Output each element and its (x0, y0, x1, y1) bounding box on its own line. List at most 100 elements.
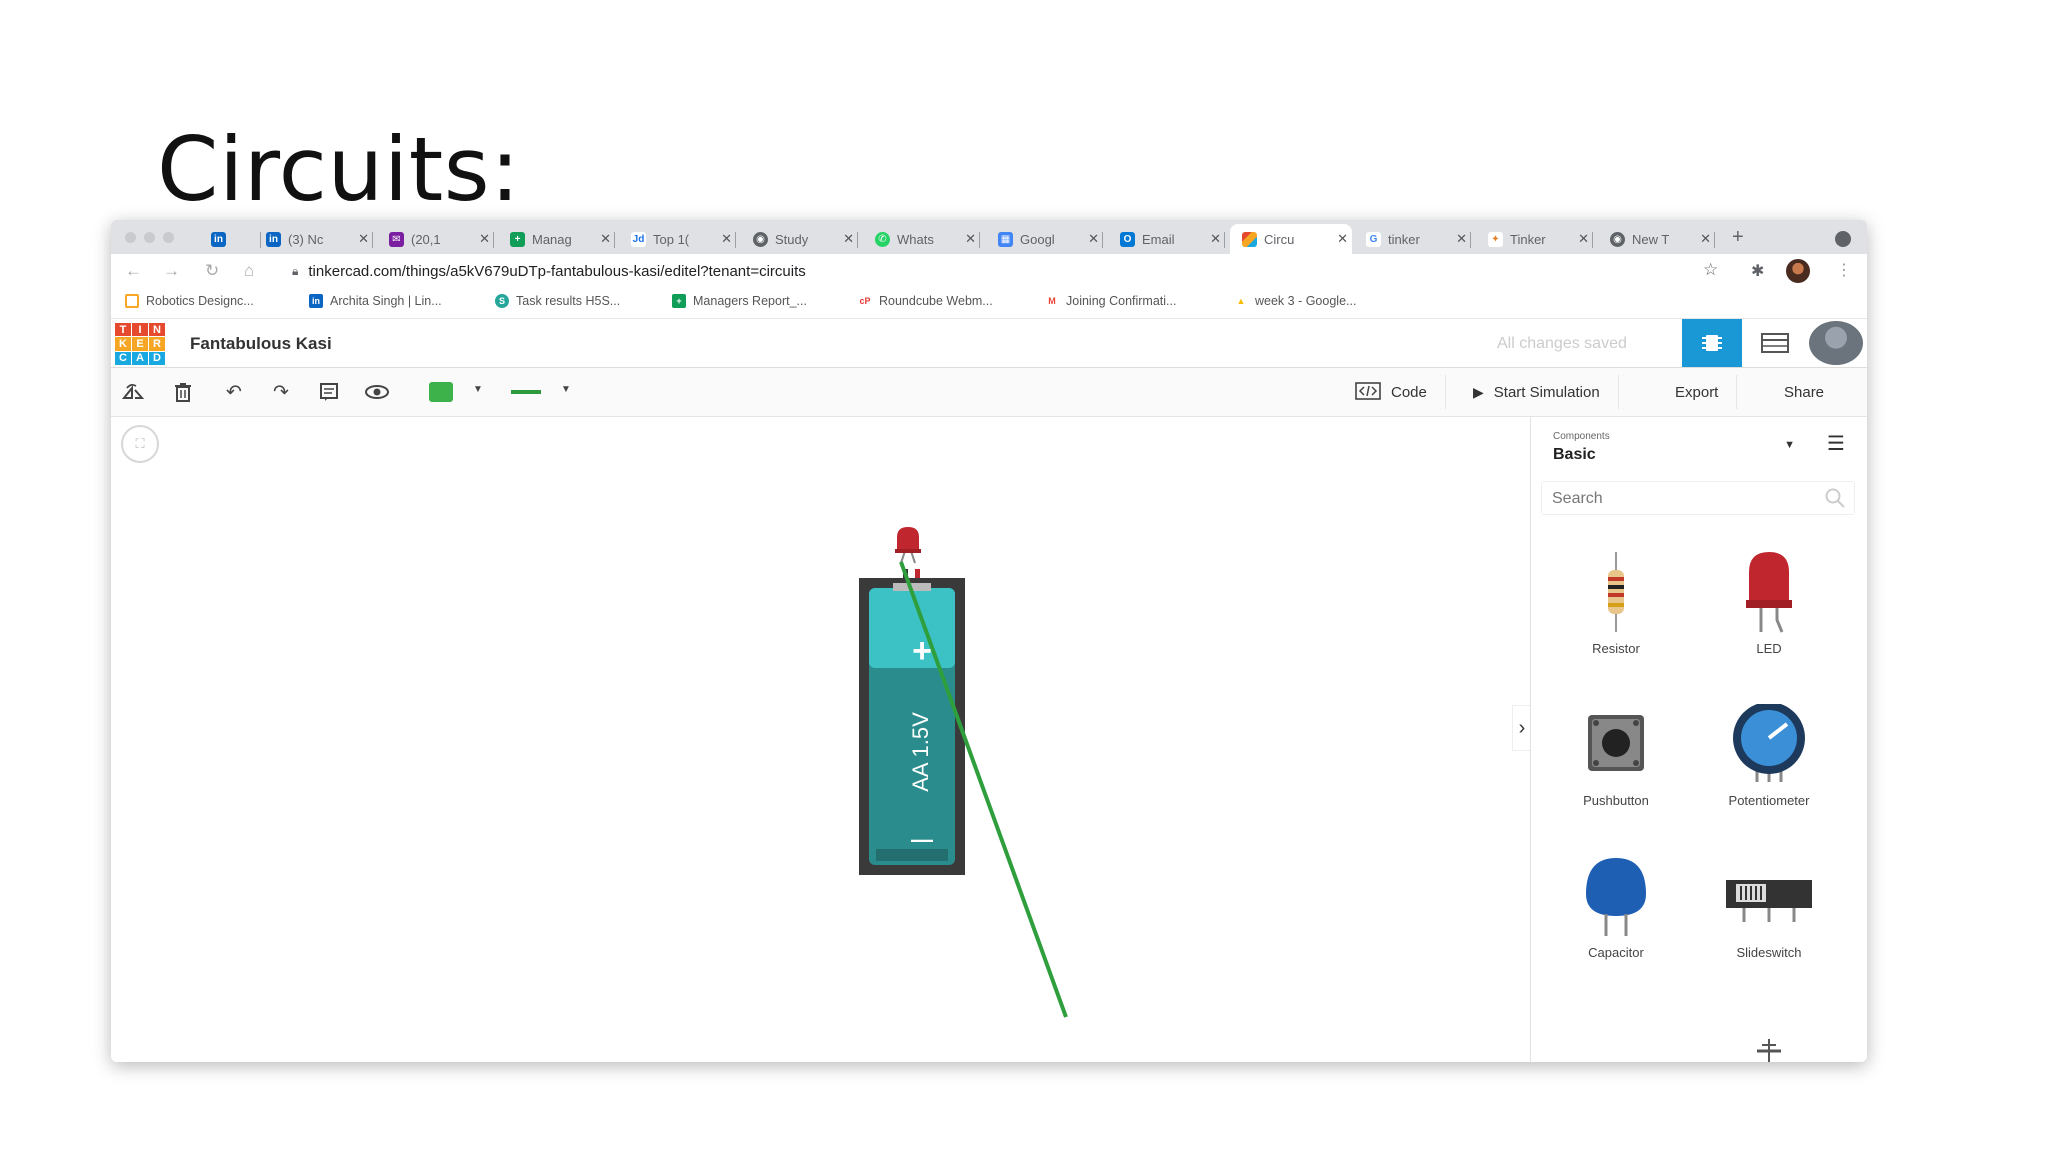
browser-tab[interactable]: in (211, 224, 261, 254)
minimize-window-button[interactable] (144, 232, 155, 243)
component-capacitor[interactable]: Capacitor (1541, 851, 1691, 960)
led-component[interactable] (895, 527, 921, 564)
notes-icon[interactable] (317, 380, 341, 404)
slide-title: Circuits: (157, 118, 521, 221)
editor-toolbar: ↶ ↷ ▼ ▼ Code ▶ Start Simulation Export S… (111, 368, 1867, 417)
tinkercad-logo[interactable]: T I N K E R C A D (115, 323, 165, 365)
globe-icon: ◉ (753, 231, 768, 247)
maximize-window-button[interactable] (163, 232, 174, 243)
chevron-down-icon[interactable]: ▼ (473, 384, 483, 395)
bookmark-label: Archita Singh | Lin... (330, 294, 442, 308)
export-button[interactable]: Export (1657, 375, 1738, 409)
close-tab-icon[interactable]: ✕ (1088, 231, 1103, 247)
address-bar[interactable]: 🔒︎ tinkercad.com/things/a5kV679uDTp-fant… (286, 258, 1826, 284)
bookmark-item[interactable]: cP Roundcube Webm... (858, 294, 993, 308)
components-panel: Components Basic ▼ ☰ Search Resistor LED… (1530, 417, 1867, 1062)
project-title[interactable]: Fantabulous Kasi (190, 334, 332, 354)
close-tab-icon[interactable]: ✕ (965, 231, 980, 247)
bookmark-item[interactable]: Robotics Designc... (125, 294, 254, 308)
redo-icon[interactable]: ↷ (269, 380, 293, 404)
browser-tab[interactable]: ▦ Googl ✕ (998, 224, 1103, 254)
bookmark-item[interactable]: M Joining Confirmati... (1045, 294, 1176, 308)
component-pushbutton[interactable]: Pushbutton (1541, 699, 1691, 808)
home-icon[interactable]: ⌂ (244, 261, 254, 281)
component-potentiometer[interactable]: Potentiometer (1694, 699, 1844, 808)
battery-label: AA 1.5V (908, 712, 934, 792)
browser-tab[interactable]: ◉ Study ✕ (753, 224, 858, 254)
close-tab-icon[interactable]: ✕ (843, 231, 858, 247)
close-tab-icon[interactable]: ✕ (1700, 231, 1715, 247)
whatsapp-icon: ✆ (875, 231, 890, 247)
chrome-icon: ◉ (1610, 231, 1625, 247)
capacitor-icon (1541, 851, 1691, 941)
eye-icon[interactable] (365, 380, 389, 404)
workplane-canvas[interactable]: ⛶ + AA 1.5V — › (111, 417, 1532, 1062)
extensions-icon[interactable]: ✱ (1751, 261, 1764, 281)
back-icon[interactable]: ← (125, 261, 142, 281)
browser-tab[interactable]: ✆ Whats ✕ (875, 224, 980, 254)
potentiometer-icon (1694, 699, 1844, 789)
browser-tab[interactable]: ✦ Tinker ✕ (1488, 224, 1593, 254)
browser-tab-active[interactable]: Circu ✕ (1230, 224, 1352, 254)
code-button[interactable]: Code (1337, 375, 1446, 409)
user-avatar[interactable] (1809, 321, 1863, 365)
profile-avatar[interactable] (1786, 259, 1810, 283)
component-partial[interactable] (1754, 1037, 1784, 1062)
forward-icon[interactable]: → (163, 261, 180, 281)
tab-title: Study (775, 231, 809, 247)
chevron-down-icon[interactable]: ▼ (561, 384, 571, 395)
bookmark-label: Joining Confirmati... (1066, 294, 1177, 308)
new-tab-icon[interactable]: + (1732, 226, 1744, 249)
search-input[interactable]: Search (1541, 481, 1855, 515)
close-tab-icon[interactable]: ✕ (1456, 231, 1471, 247)
tab-title: tinker (1388, 231, 1420, 247)
collapse-panel-icon[interactable]: › (1512, 705, 1532, 751)
component-led[interactable]: LED (1694, 547, 1844, 656)
component-resistor[interactable]: Resistor (1541, 547, 1691, 656)
tab-title: Whats (897, 231, 934, 247)
close-tab-icon[interactable]: ✕ (1578, 231, 1593, 247)
start-simulation-button[interactable]: ▶ Start Simulation (1455, 375, 1619, 409)
chip-icon (1702, 335, 1722, 351)
browser-tab[interactable]: O Email ✕ (1120, 224, 1225, 254)
browser-menu-icon[interactable]: ⋮ (1836, 260, 1852, 280)
bookmark-label: Roundcube Webm... (879, 294, 993, 308)
browser-tab[interactable]: Jd Top 1( ✕ (631, 224, 736, 254)
reload-icon[interactable]: ↻ (205, 261, 219, 281)
close-tab-icon[interactable]: ✕ (721, 231, 736, 247)
component-slideswitch[interactable]: Slideswitch (1694, 851, 1844, 960)
list-view-toggle-icon[interactable]: ☰ (1827, 431, 1845, 456)
bookmark-star-icon[interactable]: ☆ (1703, 260, 1718, 280)
wire-color-swatch[interactable] (429, 382, 453, 402)
led-icon (1694, 547, 1844, 637)
close-tab-icon[interactable]: ✕ (358, 231, 373, 247)
undo-icon[interactable]: ↶ (222, 380, 246, 404)
close-window-button[interactable] (125, 232, 136, 243)
share-button[interactable]: Share (1766, 375, 1842, 409)
bookmark-label: week 3 - Google... (1255, 294, 1357, 308)
wire-type-selector[interactable] (511, 390, 541, 394)
rotate-icon[interactable] (121, 380, 145, 404)
close-tab-icon[interactable]: ✕ (1210, 231, 1225, 247)
chevron-down-icon: ▼ (1784, 439, 1795, 451)
close-tab-icon[interactable]: ✕ (1337, 231, 1352, 247)
components-dropdown[interactable]: Components Basic ▼ (1541, 425, 1807, 467)
bookmark-item[interactable]: in Archita Singh | Lin... (309, 294, 442, 308)
bookmark-item[interactable]: + Managers Report_... (672, 294, 807, 308)
circuit-view-button[interactable] (1682, 319, 1742, 367)
browser-tab[interactable]: ✉ (20,1 ✕ (389, 224, 494, 254)
folder-icon (125, 294, 139, 308)
tab-title: Manag (532, 231, 572, 247)
bookmark-item[interactable]: S Task results H5S... (495, 294, 620, 308)
browser-tab[interactable]: + Manag ✕ (510, 224, 615, 254)
close-tab-icon[interactable]: ✕ (600, 231, 615, 247)
schematic-view-button[interactable] (1745, 319, 1805, 367)
tab-search-icon[interactable] (1835, 231, 1851, 247)
browser-tab[interactable]: G tinker ✕ (1366, 224, 1471, 254)
bookmark-item[interactable]: ▲ week 3 - Google... (1234, 294, 1356, 308)
trash-icon[interactable] (171, 380, 195, 404)
browser-tab[interactable]: in (3) Nc ✕ (266, 224, 373, 254)
browser-tab[interactable]: ◉ New T ✕ (1610, 224, 1715, 254)
tab-title: Top 1( (653, 231, 690, 247)
close-tab-icon[interactable]: ✕ (479, 231, 494, 247)
